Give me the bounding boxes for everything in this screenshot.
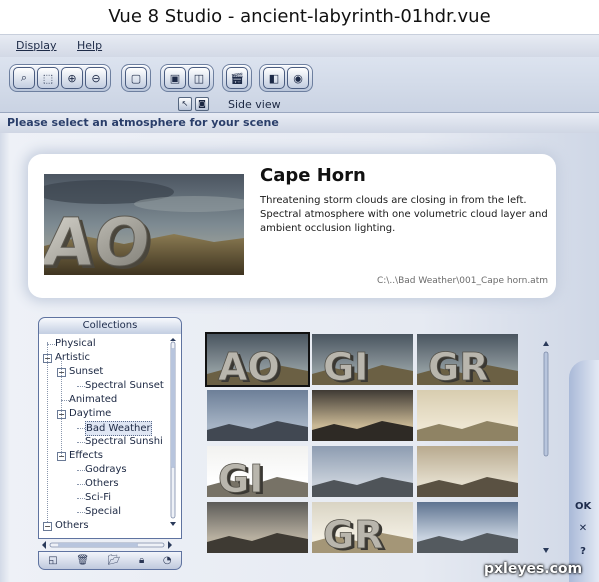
- tree-toggle-13[interactable]: −: [43, 522, 52, 531]
- menu-bar: Display Help: [0, 34, 599, 57]
- camera-button-group: ◧ ◉: [259, 64, 313, 92]
- tree-item[interactable]: Godrays: [85, 463, 127, 476]
- tree-connector: [77, 386, 85, 387]
- atmosphere-thumbnail-grid: AO AO GI GI GR GR GI GI GR GR: [205, 332, 518, 555]
- render-camera-icon[interactable]: ◉: [287, 67, 309, 89]
- tree-connector: [77, 442, 85, 443]
- atmosphere-thumbnail[interactable]: [417, 446, 518, 497]
- atmosphere-thumbnail[interactable]: GI GI: [207, 446, 308, 497]
- atmosphere-thumbnail[interactable]: [417, 390, 518, 441]
- atmosphere-thumbnail[interactable]: GI GI: [312, 334, 413, 385]
- tree-connector: [77, 484, 85, 485]
- side-view-label: Side view: [228, 98, 281, 111]
- atmosphere-description: Threatening storm clouds are closing in …: [260, 195, 548, 234]
- cancel-button[interactable]: ✕: [575, 521, 591, 537]
- tree-item[interactable]: Bad Weather: [85, 421, 152, 436]
- tree-connector: [77, 498, 85, 499]
- tree-item[interactable]: Sunset: [69, 365, 103, 378]
- atmosphere-thumbnail[interactable]: GR GR: [312, 502, 413, 553]
- atmosphere-thumbnail[interactable]: [207, 390, 308, 441]
- tree-item[interactable]: Spectral Sunset: [85, 379, 164, 392]
- collections-tree[interactable]: Physical − Artistic − Sunset Spectral Sunset A…: [38, 334, 182, 539]
- thumbnail-letters: GI: [323, 345, 368, 385]
- svg-text:AO: AO: [44, 204, 154, 275]
- tree-vertical-scrollbar[interactable]: [170, 338, 176, 526]
- tree-connector: [77, 428, 85, 429]
- window-title: Vue 8 Studio - ancient-labyrinth-01hdr.v…: [108, 6, 491, 27]
- tree-item[interactable]: Effects: [69, 449, 103, 462]
- tree-item[interactable]: Special: [85, 505, 121, 518]
- preview-letters: AO AO: [44, 204, 158, 275]
- atmosphere-file-path: C:\..\Bad Weather\001_Cape horn.atm: [376, 276, 548, 286]
- tree-item[interactable]: Others: [55, 519, 89, 532]
- tree-item[interactable]: Animated: [69, 393, 117, 406]
- tree-guide: [47, 342, 48, 522]
- tree-item[interactable]: Physical: [55, 337, 96, 350]
- view-arrow-icon[interactable]: ↖: [178, 97, 192, 111]
- menu-help[interactable]: Help: [77, 39, 102, 52]
- tree-guide: [61, 358, 62, 456]
- title-bar: Vue 8 Studio - ancient-labyrinth-01hdr.v…: [0, 0, 599, 34]
- atmosphere-thumbnail[interactable]: [417, 502, 518, 553]
- tree-item[interactable]: Others: [85, 477, 119, 490]
- atmosphere-name: Cape Horn: [260, 165, 366, 186]
- zoom-fit-icon[interactable]: ⌕: [13, 67, 35, 89]
- tree-item[interactable]: Sci-Fi: [85, 491, 111, 504]
- dialog-left-edge: [0, 133, 10, 582]
- menu-display[interactable]: Display: [16, 39, 57, 52]
- tree-item[interactable]: Daytime: [69, 407, 111, 420]
- thumbnail-letters: GI: [218, 457, 263, 497]
- new-collection-icon[interactable]: ◱: [48, 555, 57, 566]
- dialog-title-bar: Please select an atmosphere for your sce…: [0, 112, 599, 134]
- animation-button-group: 🎬︎: [222, 64, 252, 92]
- frame-icon[interactable]: ▣: [164, 67, 186, 89]
- atmosphere-thumbnail[interactable]: [312, 446, 413, 497]
- atmosphere-thumbnail[interactable]: [312, 390, 413, 441]
- camera-settings-icon[interactable]: ◧: [263, 67, 285, 89]
- help-button[interactable]: ?: [575, 544, 591, 560]
- frame-button-group: ▣ ◫: [160, 64, 214, 92]
- collections-title: Collections: [82, 320, 138, 331]
- atmosphere-thumbnail[interactable]: GR GR: [417, 334, 518, 385]
- thumbnail-scrollbar[interactable]: [541, 340, 551, 556]
- clapboard-icon[interactable]: 🎬︎: [226, 67, 248, 89]
- view-camera-icon[interactable]: ◙: [195, 97, 209, 111]
- tree-connector: [77, 512, 85, 513]
- zoom-in-icon[interactable]: ⊕: [61, 67, 83, 89]
- toolbar: ⌕ ⬚ ⊕ ⊖ ▢ ▣ ◫ 🎬︎ ◧ ◉ ↖ ◙ Side view: [0, 57, 599, 112]
- thumbnail-letters: GR: [428, 345, 488, 385]
- atmosphere-preview-image: AO AO: [44, 174, 244, 275]
- browse-icon[interactable]: 📂︎: [108, 555, 121, 566]
- maximize-button-group: ▢: [121, 64, 151, 92]
- tree-connector: [47, 344, 55, 345]
- thumbnail-letters: AO: [218, 345, 280, 385]
- render-area-icon[interactable]: ◫: [188, 67, 210, 89]
- collections-header: Collections: [38, 317, 182, 335]
- view-switch-buttons: ↖ ◙: [178, 97, 209, 111]
- dialog-title: Please select an atmosphere for your sce…: [7, 116, 279, 129]
- zoom-region-icon[interactable]: ⬚: [37, 67, 59, 89]
- atmosphere-thumbnail[interactable]: [207, 502, 308, 553]
- thumbnail-letters: GR: [323, 513, 383, 553]
- maximize-view-icon[interactable]: ▢: [125, 67, 147, 89]
- tree-horizontal-scrollbar[interactable]: [42, 539, 172, 549]
- tree-connector: [77, 470, 85, 471]
- zoom-button-group: ⌕ ⬚ ⊕ ⊖: [9, 64, 111, 92]
- lock-icon[interactable]: 🔒︎: [139, 555, 144, 566]
- tree-item[interactable]: Spectral Sunshi: [85, 435, 163, 448]
- help-icon[interactable]: ◔: [163, 555, 172, 566]
- ok-button[interactable]: OK: [575, 499, 591, 515]
- atmosphere-thumbnail[interactable]: AO AO: [205, 332, 310, 387]
- delete-icon[interactable]: 🗑︎: [76, 555, 89, 566]
- watermark: pxleyes.com: [484, 561, 583, 577]
- zoom-out-icon[interactable]: ⊖: [85, 67, 107, 89]
- collections-toolbar: ◱ 🗑︎ 📂︎ 🔒︎ ◔: [38, 551, 182, 570]
- tree-connector: [61, 400, 69, 401]
